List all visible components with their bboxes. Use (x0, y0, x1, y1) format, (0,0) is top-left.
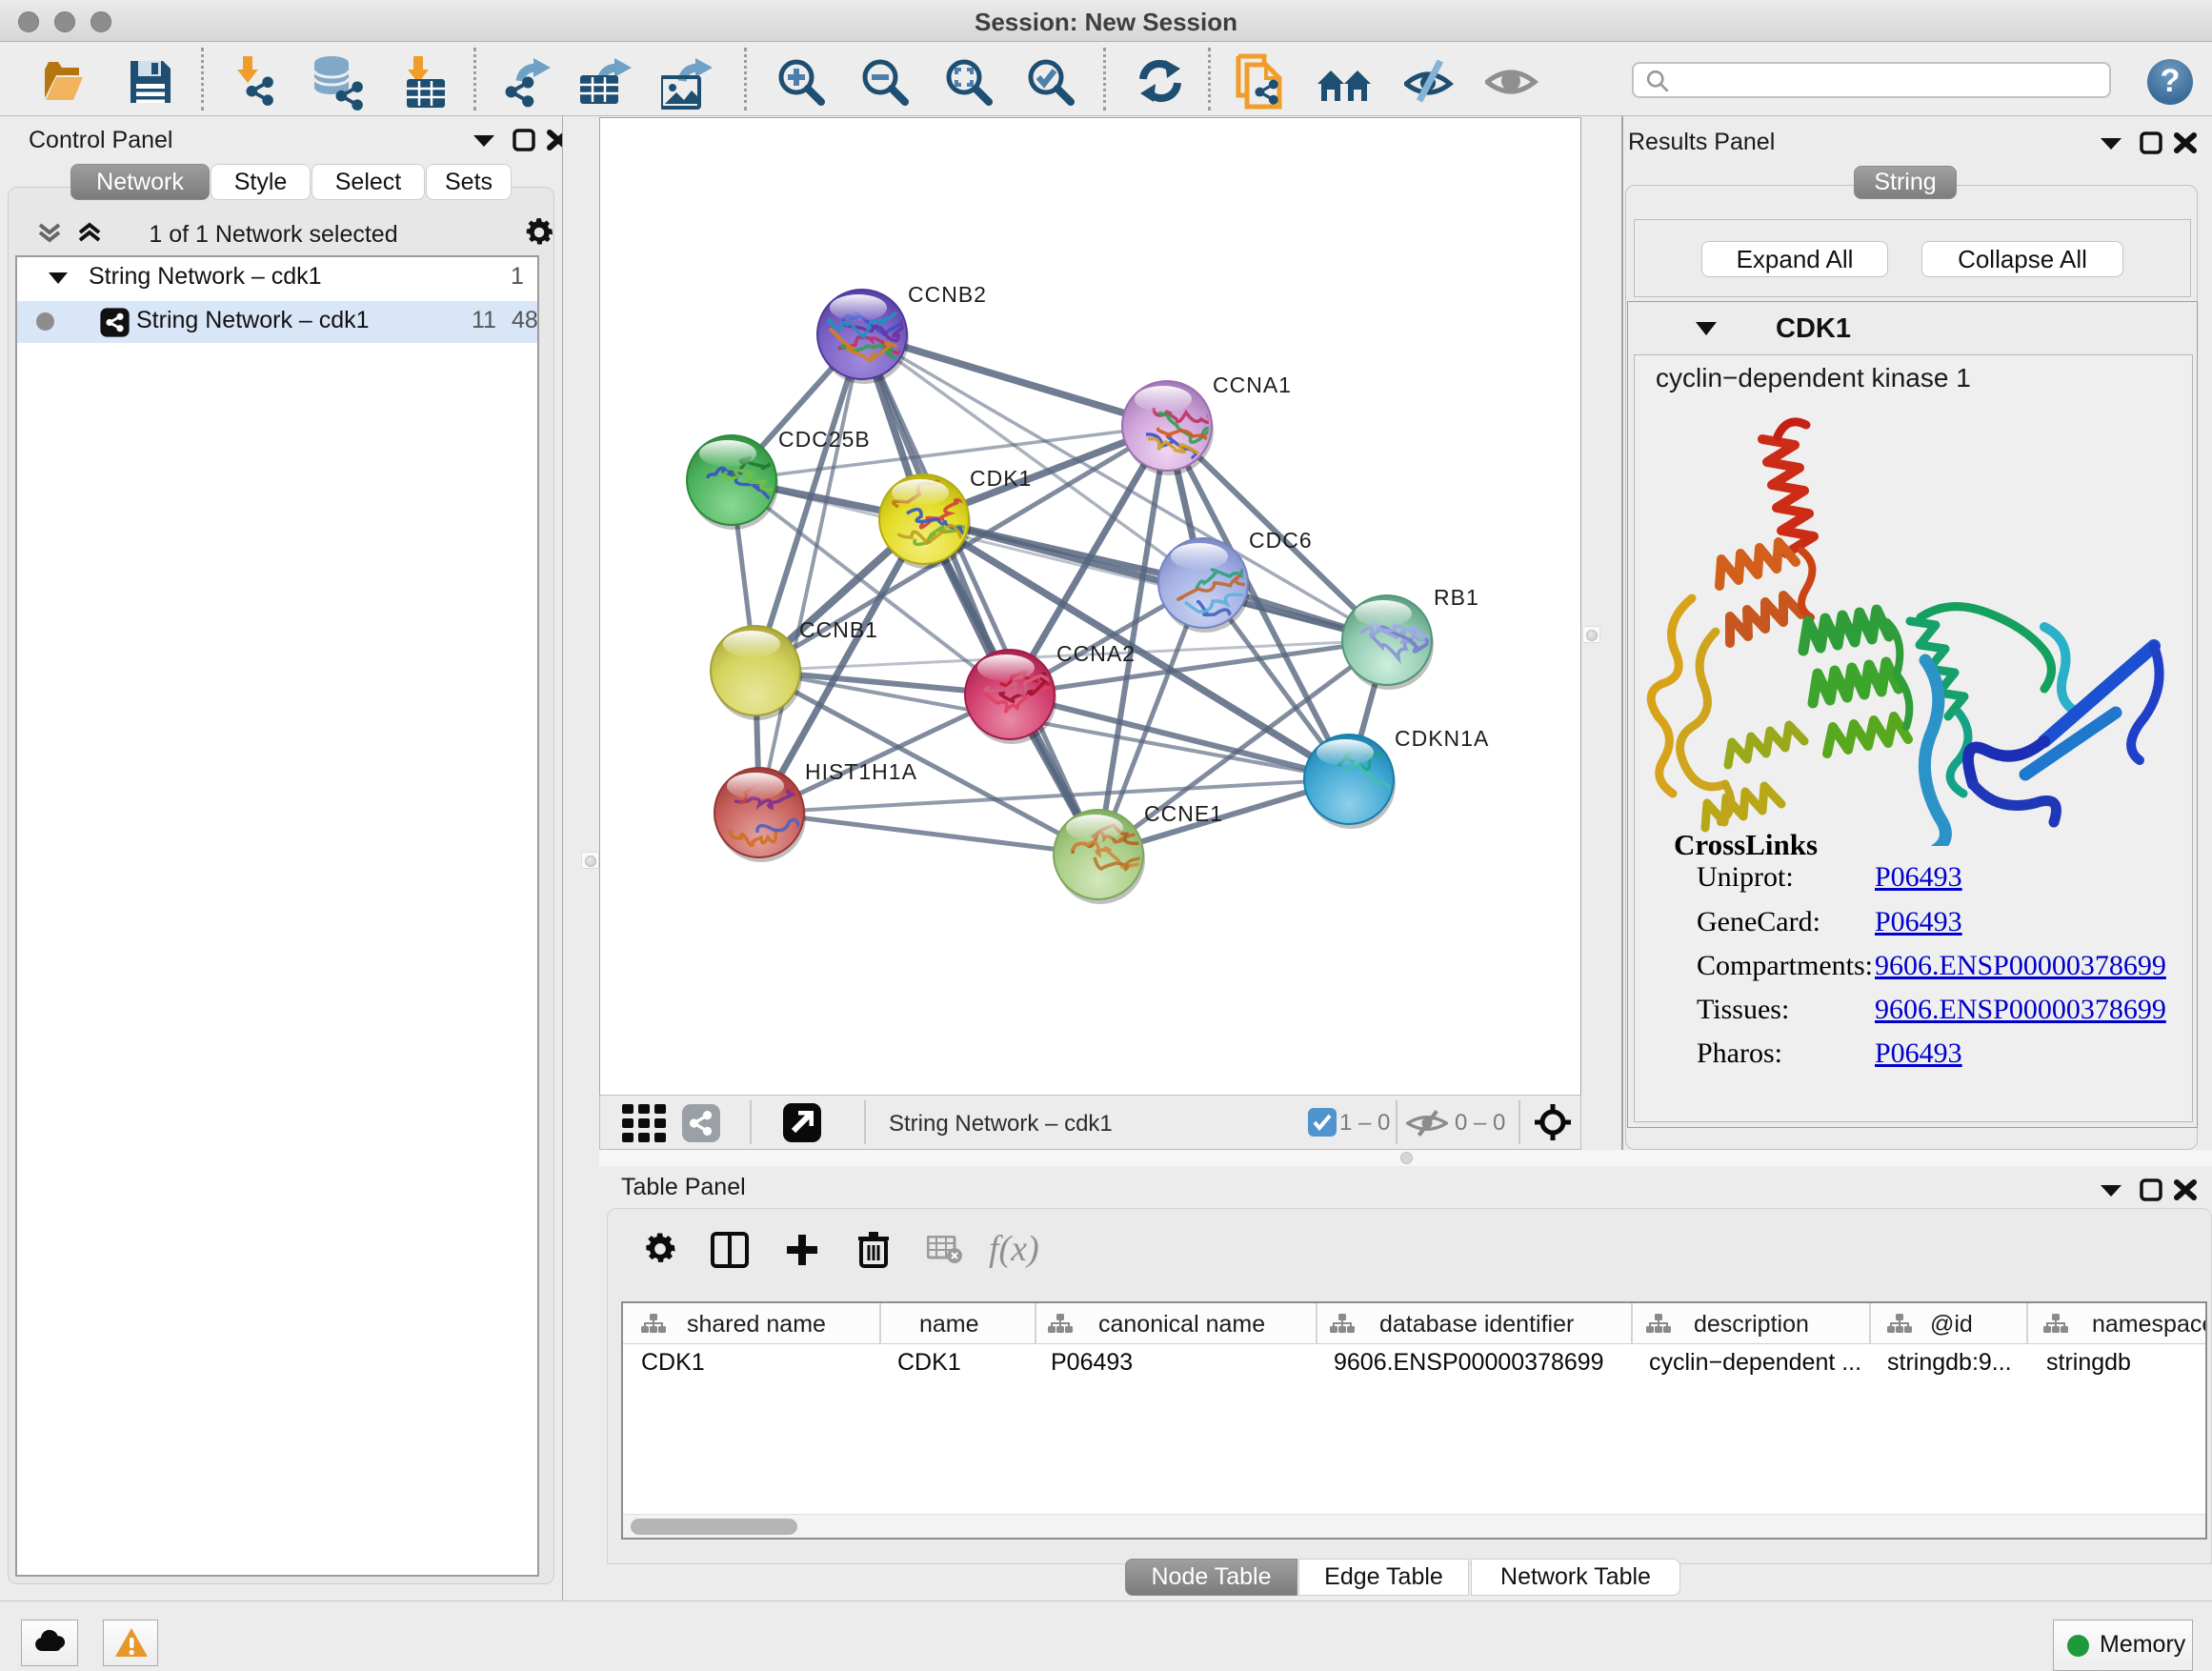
svg-text:CCNA1: CCNA1 (1213, 372, 1292, 397)
svg-text:CCNE1: CCNE1 (1144, 801, 1223, 826)
svg-text:CCNB2: CCNB2 (908, 282, 987, 307)
svg-text:CDC6: CDC6 (1249, 528, 1313, 553)
svg-text:CDK1: CDK1 (970, 466, 1032, 491)
svg-text:HIST1H1A: HIST1H1A (805, 759, 917, 784)
svg-text:CCNB1: CCNB1 (799, 617, 878, 642)
svg-text:RB1: RB1 (1434, 585, 1479, 610)
svg-text:CCNA2: CCNA2 (1056, 641, 1136, 666)
svg-text:CDC25B: CDC25B (778, 427, 871, 452)
svg-text:CDKN1A: CDKN1A (1395, 726, 1489, 751)
